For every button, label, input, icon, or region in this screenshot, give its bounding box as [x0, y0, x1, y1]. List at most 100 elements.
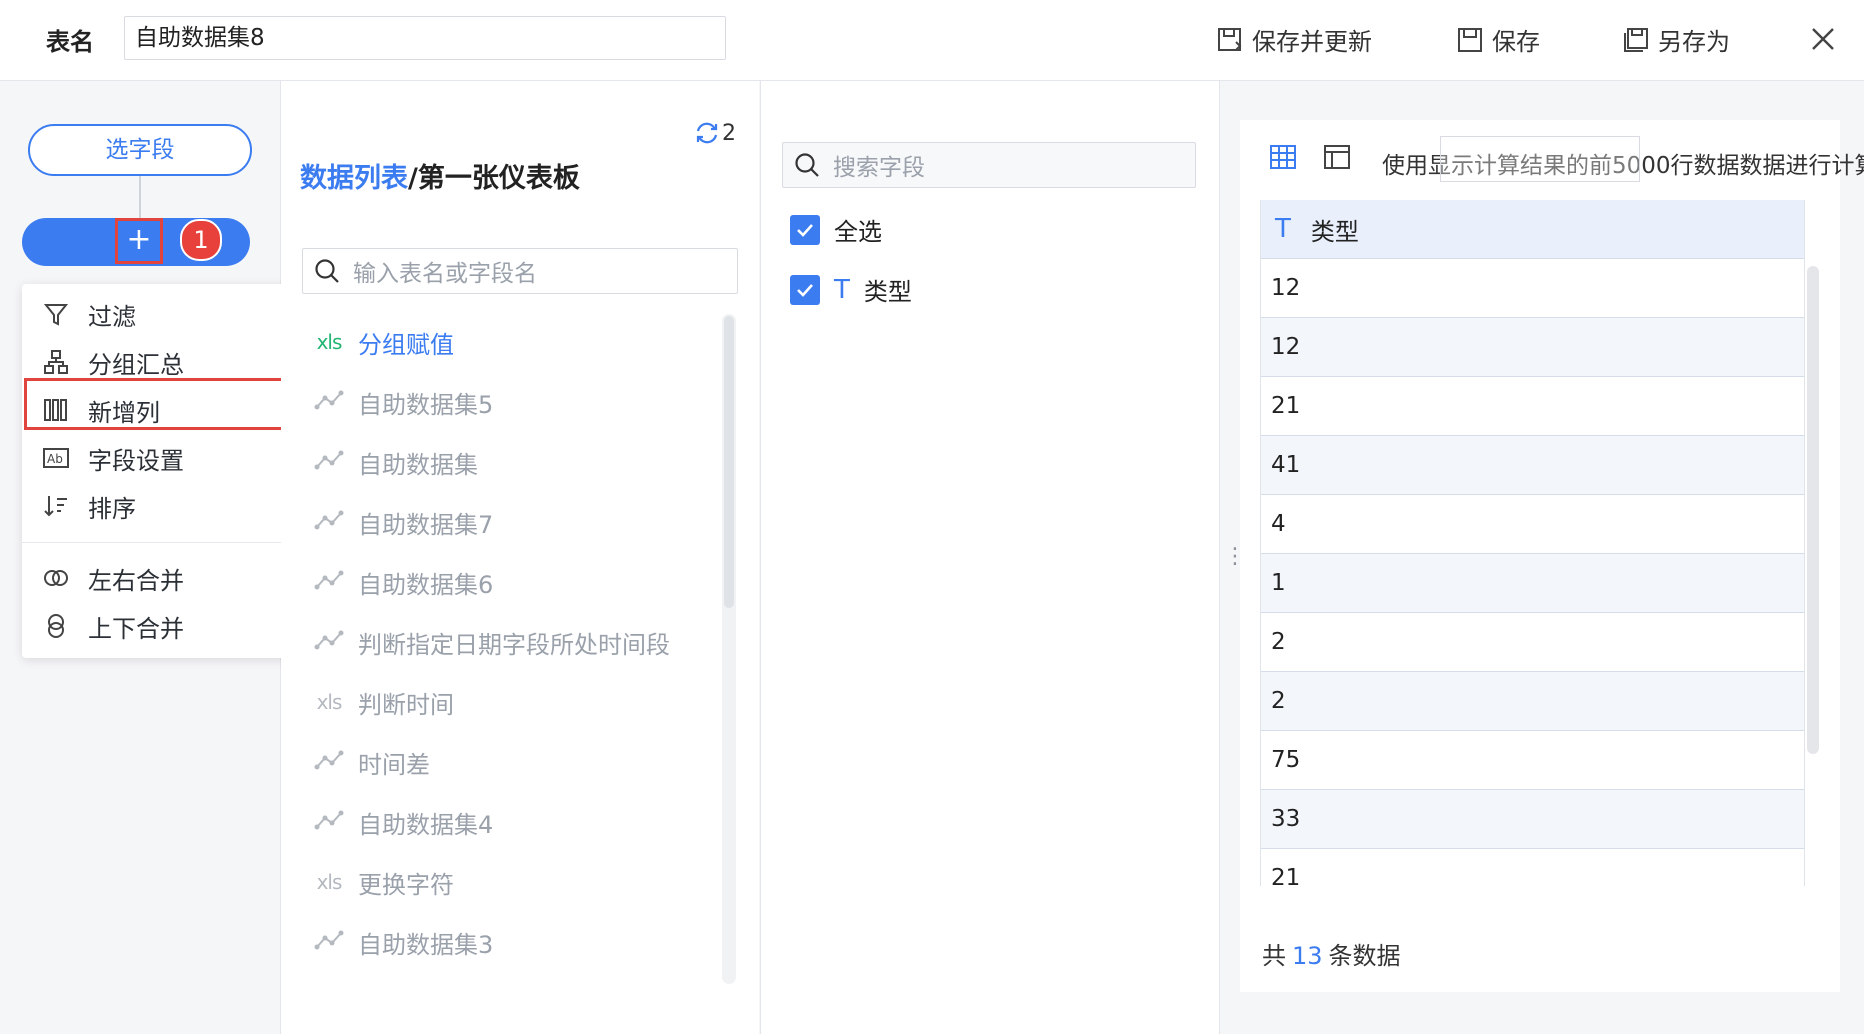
select-all-checkbox[interactable]	[790, 214, 820, 245]
close-icon[interactable]	[1808, 24, 1838, 54]
refresh-icon	[696, 122, 718, 144]
table-row: 75	[1261, 731, 1804, 790]
xls-icon: xls	[316, 330, 343, 354]
table-row: 2	[1261, 672, 1804, 731]
list-item[interactable]: 自助数据集7	[314, 500, 493, 544]
preview-scrollbar[interactable]	[1807, 266, 1819, 754]
save-as-icon	[1624, 27, 1648, 52]
table-search-placeholder: 输入表名或字段名	[353, 261, 537, 287]
menu-item-label: 上下合并	[88, 614, 184, 643]
breadcrumb: 数据列表/第一张仪表板	[300, 156, 580, 195]
list-item[interactable]: 自助数据集6	[314, 560, 493, 604]
list-item-label: 自助数据集3	[358, 930, 494, 959]
select-all-label: 全选	[834, 218, 882, 246]
pick-fields-button[interactable]: 选字段	[28, 124, 252, 176]
row-limit-input[interactable]	[1440, 136, 1640, 182]
row-total-prefix: 共	[1262, 942, 1286, 970]
vertical-merge-icon	[48, 614, 64, 638]
step-badge-1: 1	[180, 219, 222, 261]
add-step-button[interactable]: +	[115, 218, 163, 264]
save-as-button[interactable]: 另存为	[1622, 22, 1730, 57]
menu-divider	[22, 542, 302, 543]
breadcrumb-separator: /	[408, 163, 418, 194]
table-search-input[interactable]: 输入表名或字段名	[302, 248, 738, 294]
table-row: 21	[1261, 377, 1804, 436]
highlight-add-column	[24, 378, 308, 430]
list-item[interactable]: 时间差	[314, 740, 430, 784]
list-item[interactable]: xls 分组赋值	[314, 320, 454, 364]
list-item[interactable]: 自助数据集5	[314, 380, 493, 424]
list-item-label: 自助数据集7	[358, 510, 494, 539]
table-name-input[interactable]: 自助数据集8	[124, 16, 726, 60]
group-summary-icon	[44, 350, 68, 374]
list-item[interactable]: 自助数据集4	[314, 800, 493, 844]
menu-item-horizontal-merge[interactable]: 左右合并	[42, 556, 184, 600]
menu-item-sort[interactable]: 排序	[42, 484, 136, 528]
svg-text:Ab: Ab	[47, 452, 63, 466]
save-button[interactable]: 保存	[1456, 22, 1540, 57]
refresh-button[interactable]: 2	[694, 120, 736, 146]
dataset-icon	[314, 629, 344, 656]
filter-icon	[43, 304, 69, 326]
text-type-icon: T	[1275, 214, 1291, 244]
save-label: 保存	[1492, 28, 1540, 56]
field-search-input[interactable]: 搜索字段	[782, 142, 1196, 188]
refresh-count: 2	[722, 120, 736, 146]
dataset-icon	[314, 509, 344, 536]
list-item-label: 更换字符	[358, 870, 454, 899]
select-all-row[interactable]: 全选	[790, 212, 882, 247]
dataset-icon	[314, 449, 344, 476]
table-row: 33	[1261, 790, 1804, 849]
dataset-icon	[314, 749, 344, 776]
save-and-update-label: 保存并更新	[1252, 28, 1372, 56]
save-icon	[1458, 27, 1482, 52]
menu-item-vertical-merge[interactable]: 上下合并	[42, 604, 184, 648]
xls-icon: xls	[316, 870, 343, 894]
list-item[interactable]: 判断指定日期字段所处时间段	[314, 620, 670, 664]
xls-icon: xls	[316, 690, 343, 714]
list-item-label: 判断指定日期字段所处时间段	[358, 630, 670, 659]
save-update-icon	[1218, 27, 1242, 51]
table-header[interactable]: T 类型	[1261, 200, 1804, 259]
dataset-icon	[314, 389, 344, 416]
table-row: 12	[1261, 259, 1804, 318]
table-row: 41	[1261, 436, 1804, 495]
row-total-suffix: 条数据	[1328, 942, 1401, 970]
list-item[interactable]: xls 判断时间	[314, 680, 454, 724]
table-row: 21	[1261, 849, 1804, 886]
list-scrollbar-thumb[interactable]	[724, 316, 734, 608]
field-search-placeholder: 搜索字段	[833, 155, 925, 181]
table-row: 4	[1261, 495, 1804, 554]
menu-item-field-settings[interactable]: Ab 字段设置	[42, 436, 184, 480]
breadcrumb-root[interactable]: 数据列表	[300, 163, 408, 194]
preview-table: T 类型 12 12 21 41 4 1 2 2 75 33 21	[1260, 200, 1805, 886]
field-checkbox[interactable]	[790, 274, 820, 305]
menu-item-filter[interactable]: 过滤	[42, 292, 136, 336]
save-and-update-button[interactable]: 保存并更新	[1216, 22, 1372, 57]
sort-icon	[44, 496, 67, 517]
dataset-icon	[314, 809, 344, 836]
field-row[interactable]: T 类型	[790, 272, 912, 307]
table-row: 1	[1261, 554, 1804, 613]
search-icon	[315, 259, 339, 283]
table-row: 12	[1261, 318, 1804, 377]
list-item[interactable]: 自助数据集	[314, 440, 478, 484]
menu-item-label: 字段设置	[88, 446, 184, 475]
list-item[interactable]: 自助数据集3	[314, 920, 493, 964]
menu-item-label: 过滤	[88, 302, 136, 331]
list-item[interactable]: xls 更换字符	[314, 860, 454, 904]
dataset-icon	[314, 929, 344, 956]
table-view-icon[interactable]	[1268, 142, 1298, 172]
search-icon	[795, 153, 819, 177]
table-name-label: 表名	[46, 28, 94, 56]
layout-view-icon[interactable]	[1322, 142, 1352, 172]
list-item-label: 自助数据集5	[358, 390, 494, 419]
check-icon	[797, 283, 813, 297]
list-item-label: 自助数据集4	[358, 810, 494, 839]
menu-item-label: 排序	[88, 494, 136, 523]
column-header-label: 类型	[1310, 217, 1359, 246]
list-item-label: 时间差	[358, 750, 430, 779]
horizontal-merge-icon	[44, 570, 68, 586]
list-item-label: 分组赋值	[358, 330, 454, 359]
list-item-label: 判断时间	[358, 690, 454, 719]
